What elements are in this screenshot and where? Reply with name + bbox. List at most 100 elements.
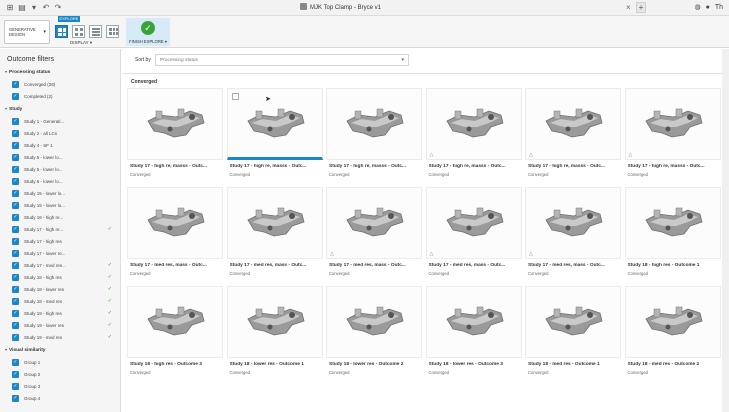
checkbox[interactable]: ✓: [12, 359, 19, 366]
checkbox[interactable]: ✓: [12, 322, 19, 329]
checkbox[interactable]: ✓: [12, 81, 19, 88]
outcome-thumbnail[interactable]: [127, 88, 223, 160]
outcome-thumbnail[interactable]: [127, 286, 223, 358]
outcome-card[interactable]: △ Study 17 - med res, mass - Outc... Conve…: [326, 187, 422, 283]
display-list-icon[interactable]: [89, 25, 102, 38]
filter-item-study[interactable]: ✓ Study 18 - med res ✓: [12, 298, 116, 306]
new-tab-button[interactable]: +: [636, 2, 646, 13]
filter-item-group[interactable]: ✓ Group 4: [12, 395, 116, 403]
save-icon[interactable]: ▾: [29, 3, 39, 13]
outcome-thumbnail[interactable]: △: [525, 187, 621, 259]
outcome-thumbnail[interactable]: [226, 286, 323, 358]
outcome-card[interactable]: △ Study 17 - high re, masss - Outc... Conv…: [624, 88, 721, 184]
outcome-card[interactable]: △ Study 17 - high re, masss - Outc... Conv…: [425, 88, 522, 184]
display-grid-icon[interactable]: [55, 25, 68, 38]
filter-item-study[interactable]: ✓ Study 5 - lower lo...: [12, 154, 116, 162]
filter-item-study[interactable]: ✓ Study 17 - med res... ✓: [12, 262, 116, 270]
workspace-dropdown[interactable]: GENERATIVE DESIGN ▾: [4, 20, 50, 44]
undo-icon[interactable]: ↶: [41, 3, 51, 13]
checkbox[interactable]: ✓: [12, 310, 19, 317]
filter-item-study[interactable]: ✓ Study 16 - high re...: [12, 214, 116, 222]
filter-item-study[interactable]: ✓ Study 18 - lower res ✓: [12, 286, 116, 294]
checkbox[interactable]: ✓: [12, 238, 19, 245]
checkbox[interactable]: ✓: [12, 190, 19, 197]
outcome-card[interactable]: △ Study 17 - med res, mass - Outc... Conve…: [425, 187, 522, 283]
checkbox[interactable]: ✓: [12, 371, 19, 378]
filter-item-study[interactable]: ✓ Study 15 - lower lo...: [12, 202, 116, 210]
outcome-card[interactable]: Study 18 - lower res - Outcome 3 Converge…: [425, 286, 522, 382]
checkbox[interactable]: ✓: [12, 154, 19, 161]
filter-item-study[interactable]: ✓ Study 5 - lower lo...: [12, 166, 116, 174]
filter-item-study[interactable]: ✓ Study 2 - all LCs: [12, 130, 116, 138]
outcome-thumbnail[interactable]: △: [326, 187, 422, 259]
filter-item-study[interactable]: ✓ Study 19 - lower res ✓: [12, 322, 116, 330]
checkbox[interactable]: ✓: [12, 214, 19, 221]
scrollbar[interactable]: [722, 49, 729, 412]
filter-item-group[interactable]: ✓ Group 1: [12, 359, 116, 367]
checkbox[interactable]: ✓: [12, 250, 19, 257]
checkbox[interactable]: ✓: [12, 262, 19, 269]
sort-select[interactable]: Processing status ▾: [155, 54, 409, 66]
filter-section-visual-similarity[interactable]: ▾ Visual similarity: [5, 347, 45, 353]
display-table-icon[interactable]: [106, 25, 119, 38]
checkbox[interactable]: ✓: [12, 142, 19, 149]
finish-explore-button[interactable]: ✓ FINISH EXPLORE ▾: [126, 18, 170, 46]
outcome-thumbnail[interactable]: [326, 88, 422, 160]
display-menu[interactable]: DISPLAY ▾: [70, 40, 92, 46]
tab-explore[interactable]: EXPLORE: [58, 16, 80, 22]
outcome-thumbnail[interactable]: [525, 286, 621, 358]
outcome-card[interactable]: Study 18 - high res - Outcome 1 Converged: [624, 187, 721, 283]
checkbox[interactable]: ✓: [12, 166, 19, 173]
outcome-card[interactable]: Study 18 - lower res - Outcome 1 Converge…: [226, 286, 323, 382]
user-initials[interactable]: Th: [715, 4, 723, 11]
outcome-thumbnail[interactable]: △: [624, 88, 721, 160]
filter-item-study[interactable]: ✓ Study 17 - lower re...: [12, 250, 116, 258]
outcome-thumbnail[interactable]: [624, 187, 721, 259]
outcome-thumbnail[interactable]: △: [525, 88, 621, 160]
outcome-card[interactable]: △ Study 17 - med res, mass - Outc... Conve…: [525, 187, 621, 283]
redo-icon[interactable]: ↷: [53, 3, 63, 13]
filter-item-study[interactable]: ✓ Study 1 - Generati...: [12, 118, 116, 126]
grid-menu-icon[interactable]: ⊞: [5, 3, 15, 13]
checkbox[interactable]: ✓: [12, 118, 19, 125]
filter-item-study[interactable]: ✓ Study 19 - med res ✓: [12, 334, 116, 342]
checkbox[interactable]: ✓: [12, 178, 19, 185]
checkbox[interactable]: ✓: [12, 93, 19, 100]
checkbox[interactable]: ✓: [12, 130, 19, 137]
checkbox[interactable]: ✓: [12, 383, 19, 390]
job-status-icon[interactable]: ●: [706, 4, 710, 11]
outcome-thumbnail[interactable]: [425, 286, 522, 358]
outcome-card[interactable]: △ Study 17 - high re, masss - Outc... Conv…: [525, 88, 621, 184]
outcome-card[interactable]: Study 18 - lower res - Outcome 2 Converge…: [326, 286, 422, 382]
filter-item-study[interactable]: ✓ Study 19 - high res ✓: [12, 310, 116, 318]
filter-item-status[interactable]: ✓ Completed (2): [12, 93, 116, 101]
close-tab-icon[interactable]: ×: [626, 3, 631, 13]
filter-item-group[interactable]: ✓ Group 3: [12, 383, 116, 391]
filter-item-study[interactable]: ✓ Study 17 - high res: [12, 238, 116, 246]
filter-item-study[interactable]: ✓ Study 17 - high re... ✓: [12, 226, 116, 234]
checkbox[interactable]: ✓: [12, 274, 19, 281]
select-checkbox[interactable]: [231, 93, 239, 100]
outcome-card[interactable]: Study 17 - high re, masss - Outc... Conve…: [127, 88, 223, 184]
filter-section-processing-status[interactable]: ▾ Processing status: [5, 69, 50, 75]
filter-section-study[interactable]: ▾ Study: [5, 106, 22, 112]
checkbox[interactable]: ✓: [12, 334, 19, 341]
checkbox[interactable]: ✓: [12, 202, 19, 209]
filter-item-study[interactable]: ✓ Study 18 - high res ✓: [12, 274, 116, 282]
outcome-thumbnail[interactable]: [326, 286, 422, 358]
display-tiles-icon[interactable]: [72, 25, 85, 38]
outcome-card[interactable]: Study 17 - med res, mass - Outc... Conver…: [226, 187, 323, 283]
outcome-thumbnail[interactable]: [226, 88, 323, 160]
outcome-thumbnail[interactable]: △: [425, 187, 522, 259]
outcome-card[interactable]: Study 18 - med res - Outcome 2 Converged: [624, 286, 721, 382]
outcome-thumbnail[interactable]: [226, 187, 323, 259]
filter-item-status[interactable]: ✓ Converged (28): [12, 81, 116, 89]
outcome-card[interactable]: Study 17 - high re, masss - Outc... Conve…: [326, 88, 422, 184]
filter-item-study[interactable]: ✓ Study 4 - SF 1: [12, 142, 116, 150]
online-status-icon[interactable]: ◍: [694, 4, 700, 11]
checkbox[interactable]: ✓: [12, 395, 19, 402]
checkbox[interactable]: ✓: [12, 298, 19, 305]
outcome-thumbnail[interactable]: [624, 286, 721, 358]
checkbox[interactable]: ✓: [12, 286, 19, 293]
filter-item-study[interactable]: ✓ Study 15 - lower lo...: [12, 190, 116, 198]
